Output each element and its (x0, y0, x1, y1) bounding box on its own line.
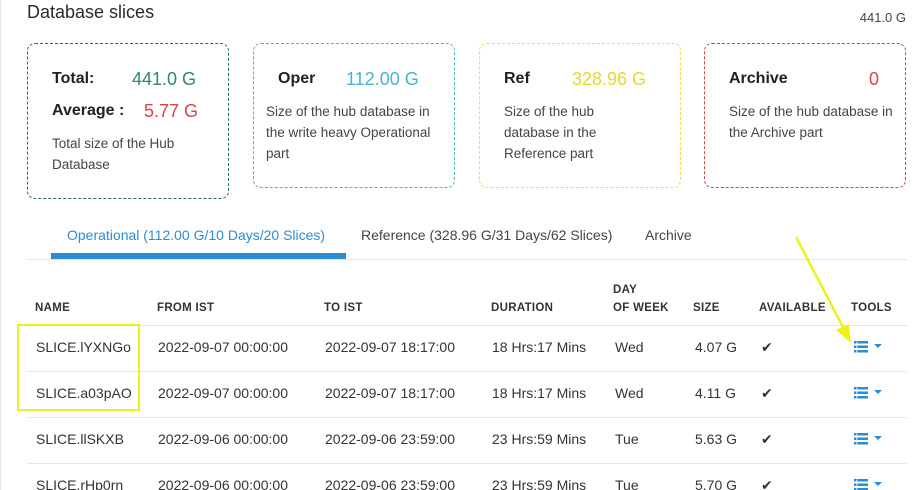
oper-value: 112.00 G (346, 69, 419, 89)
highlight-box (17, 324, 140, 411)
row-duration: 23 Hrs:59 Mins (492, 431, 587, 447)
row-divider (27, 463, 907, 464)
archive-label: Archive (729, 70, 788, 87)
oper-description: Size of the hub database in the write he… (266, 104, 431, 161)
row-day: Wed (615, 385, 644, 401)
tab-operational[interactable]: Operational (112.00 G/10 Days/20 Slices) (67, 227, 325, 243)
list-icon[interactable] (854, 341, 868, 353)
row-duration: 18 Hrs:17 Mins (492, 339, 587, 355)
active-tab-indicator (51, 253, 346, 259)
row-size: 5.70 G (695, 477, 738, 490)
tab-reference[interactable]: Reference (328.96 G/31 Days/62 Slices) (361, 227, 612, 243)
ref-value: 328.96 G (572, 69, 647, 89)
archive-value: 0 (869, 69, 880, 89)
row-to: 2022-09-07 18:17:00 (325, 385, 455, 401)
row-from: 2022-09-07 00:00:00 (158, 385, 288, 401)
col-from: FROM IST (157, 302, 215, 314)
check-icon: ✔ (761, 339, 773, 355)
col-size: SIZE (693, 302, 720, 314)
check-icon: ✔ (761, 477, 773, 490)
row-day: Wed (615, 339, 644, 355)
header-divider (27, 325, 907, 326)
chevron-down-icon[interactable] (874, 436, 882, 440)
row-divider (27, 417, 907, 418)
list-icon[interactable] (854, 479, 868, 490)
left-border (0, 0, 1, 490)
check-icon: ✔ (761, 385, 773, 401)
tab-archive[interactable]: Archive (645, 227, 692, 243)
col-duration: DURATION (491, 302, 554, 314)
ref-card: Ref 328.96 G Size of the hub database in… (479, 43, 681, 188)
row-to: 2022-09-06 23:59:00 (325, 431, 455, 447)
row-name: SLICE.llSKXB (36, 431, 124, 447)
row-to: 2022-09-07 18:17:00 (325, 339, 455, 355)
oper-card: Oper 112.00 G Size of the hub database i… (253, 43, 455, 188)
row-name: SLICE.rHp0rn (36, 477, 124, 490)
list-icon[interactable] (854, 433, 868, 445)
chevron-down-icon[interactable] (874, 482, 882, 486)
col-name: NAME (35, 302, 71, 314)
list-icon[interactable] (854, 387, 868, 399)
col-to: TO IST (324, 302, 363, 314)
total-description: Total size of the Hub Database (52, 136, 175, 172)
col-available: AVAILABLE (759, 302, 826, 314)
archive-card: Archive 0 Size of the hub database in th… (704, 43, 906, 188)
average-value: 5.77 G (144, 101, 199, 121)
row-size: 4.07 G (695, 339, 738, 355)
row-from: 2022-09-06 00:00:00 (158, 431, 288, 447)
chevron-down-icon[interactable] (874, 344, 882, 348)
header-total-size: 441.0 G (859, 10, 906, 25)
oper-label: Oper (278, 70, 316, 87)
archive-description: Size of the hub database in the Archive … (729, 104, 893, 140)
row-duration: 23 Hrs:59 Mins (492, 477, 587, 490)
row-day: Tue (615, 477, 639, 490)
row-from: 2022-09-07 00:00:00 (158, 339, 288, 355)
total-card: Total: 441.0 G Average : 5.77 G Total si… (27, 43, 229, 199)
chevron-down-icon[interactable] (874, 390, 882, 394)
row-size: 5.63 G (695, 431, 738, 447)
check-icon: ✔ (761, 431, 773, 447)
total-value: 441.0 G (132, 69, 197, 89)
ref-label: Ref (504, 70, 530, 87)
row-size: 4.11 G (695, 385, 736, 401)
row-to: 2022-09-06 23:59:00 (325, 477, 455, 490)
ref-description: Size of the hub database in the Referenc… (504, 104, 597, 161)
row-divider (27, 371, 907, 372)
row-day: Tue (615, 431, 639, 447)
row-duration: 18 Hrs:17 Mins (492, 385, 587, 401)
total-label: Total: (52, 70, 95, 87)
slice-tabs: Operational (112.00 G/10 Days/20 Slices)… (27, 215, 907, 260)
col-day-line2: OF WEEK (613, 302, 669, 314)
page-title: Database slices (27, 2, 155, 22)
row-from: 2022-09-06 00:00:00 (158, 477, 288, 490)
average-label: Average : (52, 102, 125, 119)
col-day-line1: DAY (613, 284, 638, 296)
col-day: DAY OF WEEK (613, 282, 669, 316)
col-tools: TOOLS (851, 302, 892, 314)
